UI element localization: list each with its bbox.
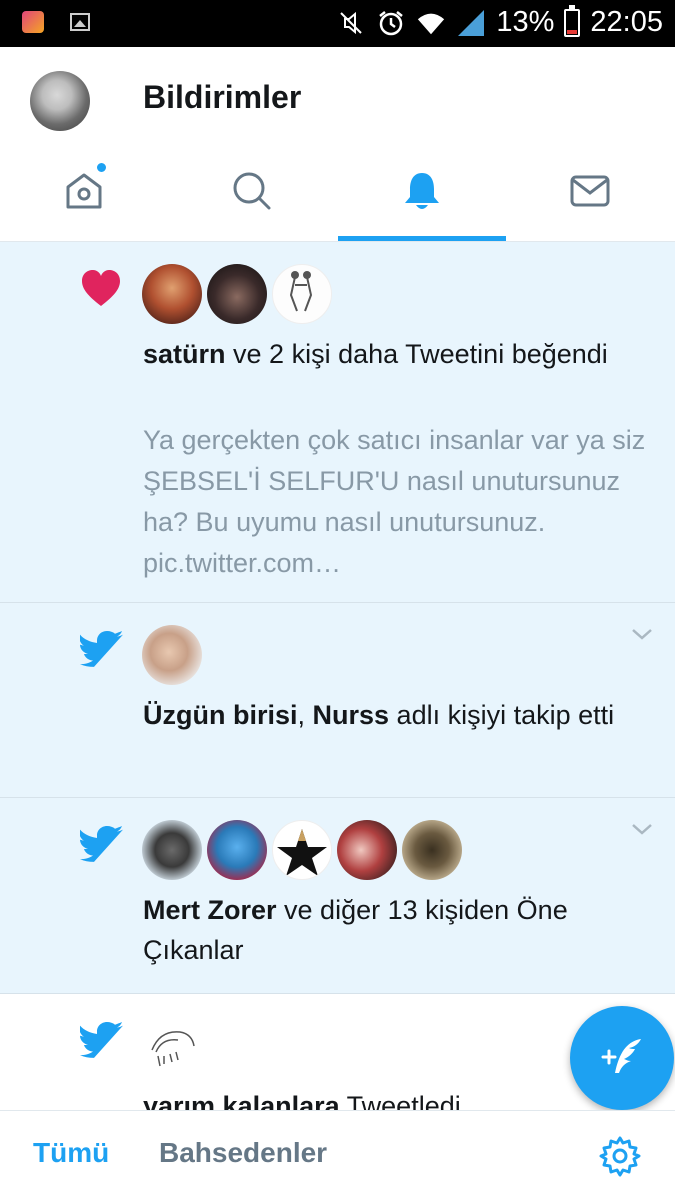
- home-icon: [66, 173, 102, 208]
- notification-user[interactable]: Üzgün birisi: [143, 700, 298, 730]
- alarm-icon: [376, 8, 406, 38]
- page-title: Bildirimler: [143, 79, 302, 115]
- avatar[interactable]: [142, 625, 202, 685]
- avatar[interactable]: [142, 1016, 202, 1076]
- avatar[interactable]: [142, 264, 202, 324]
- search-icon: [233, 172, 271, 209]
- signal-icon: [456, 8, 486, 38]
- notification-item[interactable]: Mert Zorer ve diğer 13 kişiden Öne Çıkan…: [0, 798, 675, 994]
- chevron-down-icon[interactable]: [631, 818, 653, 840]
- avatar[interactable]: [272, 820, 332, 880]
- avatar[interactable]: [337, 820, 397, 880]
- app-notification-icon: [22, 11, 44, 33]
- compose-feather-icon: [601, 1039, 641, 1073]
- twitter-bird-icon: [80, 826, 123, 862]
- notification-text: Mert Zorer ve diğer 13 kişiden Öne Çıkan…: [143, 895, 568, 965]
- avatar[interactable]: [272, 264, 332, 324]
- heart-icon: [82, 270, 120, 306]
- avatar[interactable]: [142, 820, 202, 880]
- chevron-down-icon[interactable]: [631, 623, 653, 645]
- notification-user[interactable]: satürn: [143, 339, 226, 369]
- bottom-filter-bar: Tümü Bahsedenler: [0, 1110, 675, 1201]
- mail-icon: [570, 175, 610, 206]
- notification-item[interactable]: Üzgün birisi, Nurss adlı kişiyi takip et…: [0, 603, 675, 798]
- twitter-bird-icon: [80, 1022, 123, 1058]
- avatar-group: [142, 264, 332, 324]
- bell-icon: [405, 172, 439, 209]
- tab-search[interactable]: [168, 140, 336, 241]
- notification-user[interactable]: yarım kalanlara: [143, 1091, 340, 1110]
- profile-avatar[interactable]: [30, 71, 90, 131]
- notification-text: Üzgün birisi, Nurss adlı kişiyi takip et…: [143, 700, 615, 730]
- twitter-bird-icon: [80, 631, 123, 667]
- avatar-group: [142, 820, 462, 880]
- notification-item[interactable]: satürn ve 2 kişi daha Tweetini beğendi Y…: [0, 242, 675, 603]
- active-tab-indicator: [338, 236, 506, 241]
- gallery-icon: [70, 13, 90, 31]
- notification-user[interactable]: Mert Zorer: [143, 895, 277, 925]
- app-header: Bildirimler: [0, 47, 675, 147]
- avatar[interactable]: [207, 820, 267, 880]
- tab-messages[interactable]: [506, 140, 674, 241]
- notification-user[interactable]: Nurss: [313, 700, 390, 730]
- wifi-icon: [416, 8, 446, 38]
- compose-tweet-button[interactable]: [570, 1006, 674, 1110]
- battery-percent: 13%: [496, 6, 555, 38]
- clock: 22:05: [590, 6, 663, 38]
- status-bar: 13% 22:05: [0, 0, 675, 47]
- gear-icon[interactable]: [598, 1134, 642, 1183]
- battery-icon: [564, 4, 581, 37]
- filter-all-tab[interactable]: Tümü: [33, 1137, 109, 1169]
- notification-text: satürn ve 2 kişi daha Tweetini beğendi: [143, 339, 608, 369]
- tab-home[interactable]: [0, 140, 168, 241]
- mute-icon: [336, 8, 366, 38]
- avatar[interactable]: [402, 820, 462, 880]
- tab-notifications[interactable]: [338, 140, 506, 241]
- filter-mentions-tab[interactable]: Bahsedenler: [159, 1137, 327, 1169]
- unread-dot: [95, 161, 108, 174]
- tweet-preview[interactable]: Ya gerçekten çok satıcı insanlar var ya …: [143, 420, 653, 584]
- avatar-group: [142, 625, 202, 685]
- nav-tabs: [0, 140, 675, 242]
- notification-text: yarım kalanlara Tweetledi: [143, 1086, 653, 1110]
- avatar[interactable]: [207, 264, 267, 324]
- avatar-group: [142, 1016, 202, 1076]
